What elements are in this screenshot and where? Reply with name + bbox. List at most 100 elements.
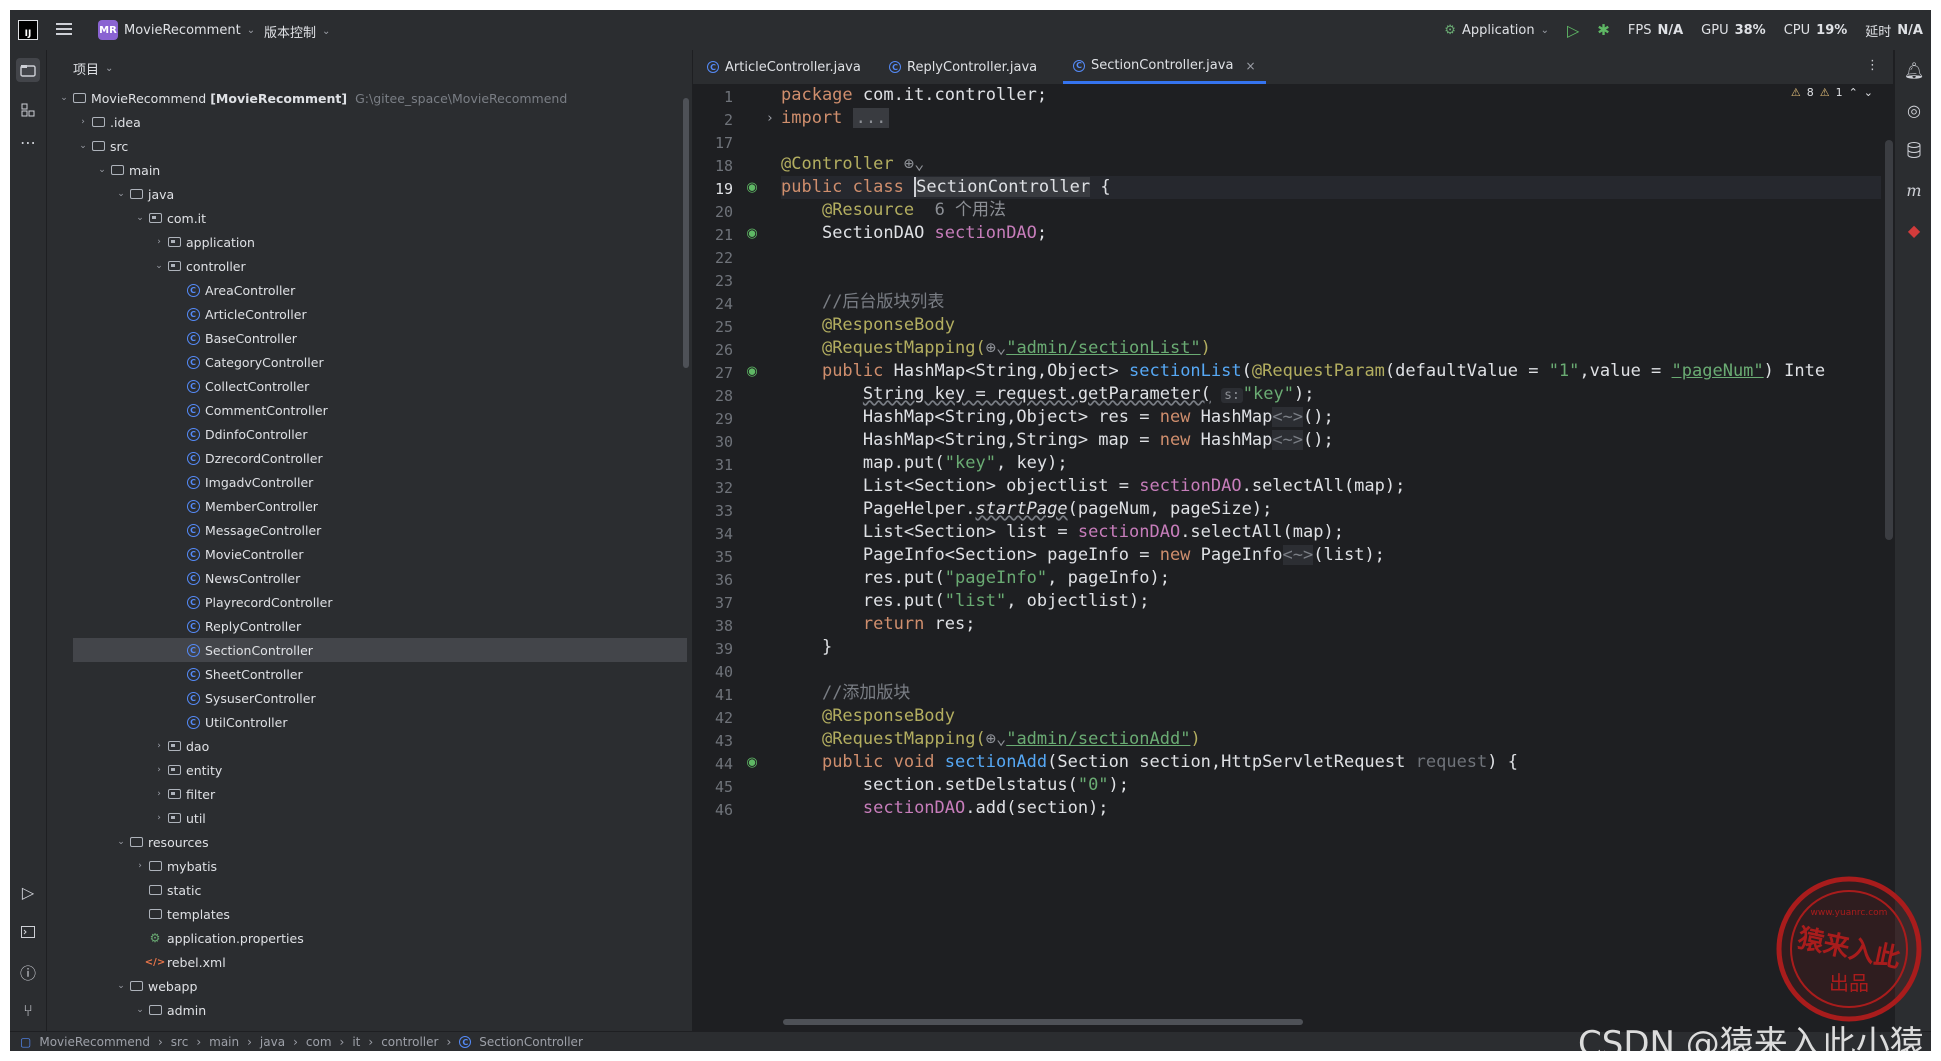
- line-number[interactable]: 26: [693, 339, 733, 362]
- line-number[interactable]: 36: [693, 569, 733, 592]
- line-number[interactable]: 21: [693, 224, 733, 247]
- tree-item[interactable]: C NewsController: [47, 566, 687, 590]
- line-number[interactable]: 17: [693, 132, 733, 155]
- git-icon[interactable]: ⑂: [16, 998, 40, 1022]
- breadcrumb-item[interactable]: MovieRecommend: [39, 1035, 150, 1049]
- line-number[interactable]: 32: [693, 477, 733, 500]
- tree-item[interactable]: C UtilController: [47, 710, 687, 734]
- line-number[interactable]: 1: [693, 86, 733, 109]
- tree-item[interactable]: C CollectController: [47, 374, 687, 398]
- maven-icon[interactable]: m: [1902, 178, 1926, 202]
- project-selector[interactable]: MR MovieRecomment ⌄: [98, 20, 255, 40]
- tree-item-root[interactable]: ⌄ MovieRecommend [MovieRecomment] G:\git…: [47, 86, 687, 110]
- tree-item[interactable]: C SheetController: [47, 662, 687, 686]
- line-number[interactable]: 44: [693, 753, 733, 776]
- line-number[interactable]: 27: [693, 362, 733, 385]
- tree-item[interactable]: ⌄ src: [47, 134, 687, 158]
- tree-item[interactable]: C ArticleController: [47, 302, 687, 326]
- breadcrumb-item[interactable]: controller: [381, 1035, 438, 1049]
- endpoint-icon[interactable]: ◉: [743, 362, 761, 380]
- bean-class-icon[interactable]: ◉: [743, 178, 761, 196]
- tree-item[interactable]: C DzrecordController: [47, 446, 687, 470]
- problems-icon[interactable]: ⓘ: [16, 960, 40, 984]
- line-number[interactable]: 35: [693, 546, 733, 569]
- bean-field-icon[interactable]: ◉: [743, 224, 761, 242]
- tab-section-controller[interactable]: C SectionController.java ×: [1063, 50, 1266, 84]
- folded-imports[interactable]: ...: [852, 108, 890, 128]
- code-view[interactable]: package com.it.controller; import ... @C…: [781, 84, 1881, 1031]
- chevron-down-icon[interactable]: ⌄: [95, 165, 109, 175]
- tree-item[interactable]: C SysuserController: [47, 686, 687, 710]
- ai-assistant-icon[interactable]: ◎: [1902, 98, 1926, 122]
- tree-item[interactable]: › util: [47, 806, 687, 830]
- tree-item[interactable]: › mybatis: [47, 854, 687, 878]
- chevron-right-icon[interactable]: ›: [152, 237, 166, 247]
- tree-item[interactable]: C PlayrecordController: [47, 590, 687, 614]
- line-number[interactable]: 18: [693, 155, 733, 178]
- line-number[interactable]: 31: [693, 454, 733, 477]
- line-number[interactable]: 34: [693, 523, 733, 546]
- chevron-down-icon[interactable]: ⌄: [76, 141, 90, 151]
- editor-horizontal-scrollbar[interactable]: [783, 1019, 1303, 1025]
- tree-item[interactable]: C MessageController: [47, 518, 687, 542]
- line-number[interactable]: 33: [693, 500, 733, 523]
- chevron-right-icon[interactable]: ›: [152, 813, 166, 823]
- chevron-down-icon[interactable]: ⌄: [114, 981, 128, 991]
- run-config-selector[interactable]: ⚙ Application ⌄: [1444, 23, 1549, 38]
- breadcrumb-item[interactable]: src: [171, 1035, 189, 1049]
- debug-icon[interactable]: ✱: [1597, 21, 1610, 39]
- tree-item[interactable]: C BaseController: [47, 326, 687, 350]
- tree-item[interactable]: C MovieController: [47, 542, 687, 566]
- line-number[interactable]: 28: [693, 385, 733, 408]
- breadcrumb-item[interactable]: main: [209, 1035, 239, 1049]
- chevron-down-icon[interactable]: ⌄: [133, 213, 147, 223]
- line-number[interactable]: 38: [693, 615, 733, 638]
- line-number[interactable]: 29: [693, 408, 733, 431]
- breadcrumb-item[interactable]: SectionController: [479, 1035, 583, 1049]
- tree-item-selected[interactable]: C SectionController: [73, 638, 687, 662]
- tree-item[interactable]: C ReplyController: [47, 614, 687, 638]
- chevron-down-icon[interactable]: ⌄: [152, 261, 166, 271]
- line-number[interactable]: 40: [693, 661, 733, 684]
- chevron-right-icon[interactable]: ›: [76, 117, 90, 127]
- tree-item[interactable]: C CommentController: [47, 398, 687, 422]
- run-icon[interactable]: ▷: [1567, 21, 1579, 40]
- terminal-icon[interactable]: [16, 920, 40, 944]
- line-number[interactable]: 25: [693, 316, 733, 339]
- services-icon[interactable]: ▷: [16, 880, 40, 904]
- tree-item[interactable]: › filter: [47, 782, 687, 806]
- line-number[interactable]: 30: [693, 431, 733, 454]
- line-number[interactable]: 23: [693, 270, 733, 293]
- tree-item[interactable]: ⌄ java: [47, 182, 687, 206]
- editor-vertical-scrollbar[interactable]: [1885, 140, 1893, 540]
- tabs-more-icon[interactable]: ⋮: [1866, 58, 1879, 73]
- breadcrumb-item[interactable]: com: [306, 1035, 332, 1049]
- tree-item[interactable]: ⌄ resources: [47, 830, 687, 854]
- project-folder-icon[interactable]: [16, 58, 40, 82]
- tree-item[interactable]: ⚙ application.properties: [47, 926, 687, 950]
- tree-item[interactable]: </> rebel.xml: [47, 950, 687, 974]
- tree-item[interactable]: › .idea: [47, 110, 687, 134]
- line-number[interactable]: 37: [693, 592, 733, 615]
- endpoint-icon[interactable]: ◉: [743, 753, 761, 771]
- line-number[interactable]: 46: [693, 799, 733, 822]
- tree-item[interactable]: templates: [47, 902, 687, 926]
- chevron-right-icon[interactable]: ›: [152, 789, 166, 799]
- more-icon[interactable]: ⋯: [16, 130, 40, 154]
- line-number[interactable]: 19: [693, 178, 733, 201]
- line-number[interactable]: 24: [693, 293, 733, 316]
- tree-item[interactable]: ⌄ controller: [47, 254, 687, 278]
- tree-item[interactable]: › dao: [47, 734, 687, 758]
- tree-item[interactable]: › application: [47, 230, 687, 254]
- chevron-down-icon[interactable]: ⌄: [114, 837, 128, 847]
- main-menu-icon[interactable]: [56, 22, 72, 40]
- line-number[interactable]: 45: [693, 776, 733, 799]
- intellij-logo-icon[interactable]: IJ: [18, 20, 38, 40]
- line-number[interactable]: 20: [693, 201, 733, 224]
- close-icon[interactable]: ×: [1245, 59, 1255, 73]
- tree-scrollbar[interactable]: [683, 98, 689, 368]
- line-number[interactable]: 2: [693, 109, 733, 132]
- line-number[interactable]: 22: [693, 247, 733, 270]
- tree-item[interactable]: ⌄ admin: [47, 998, 687, 1022]
- tab-article-controller[interactable]: C ArticleController.java: [707, 50, 861, 84]
